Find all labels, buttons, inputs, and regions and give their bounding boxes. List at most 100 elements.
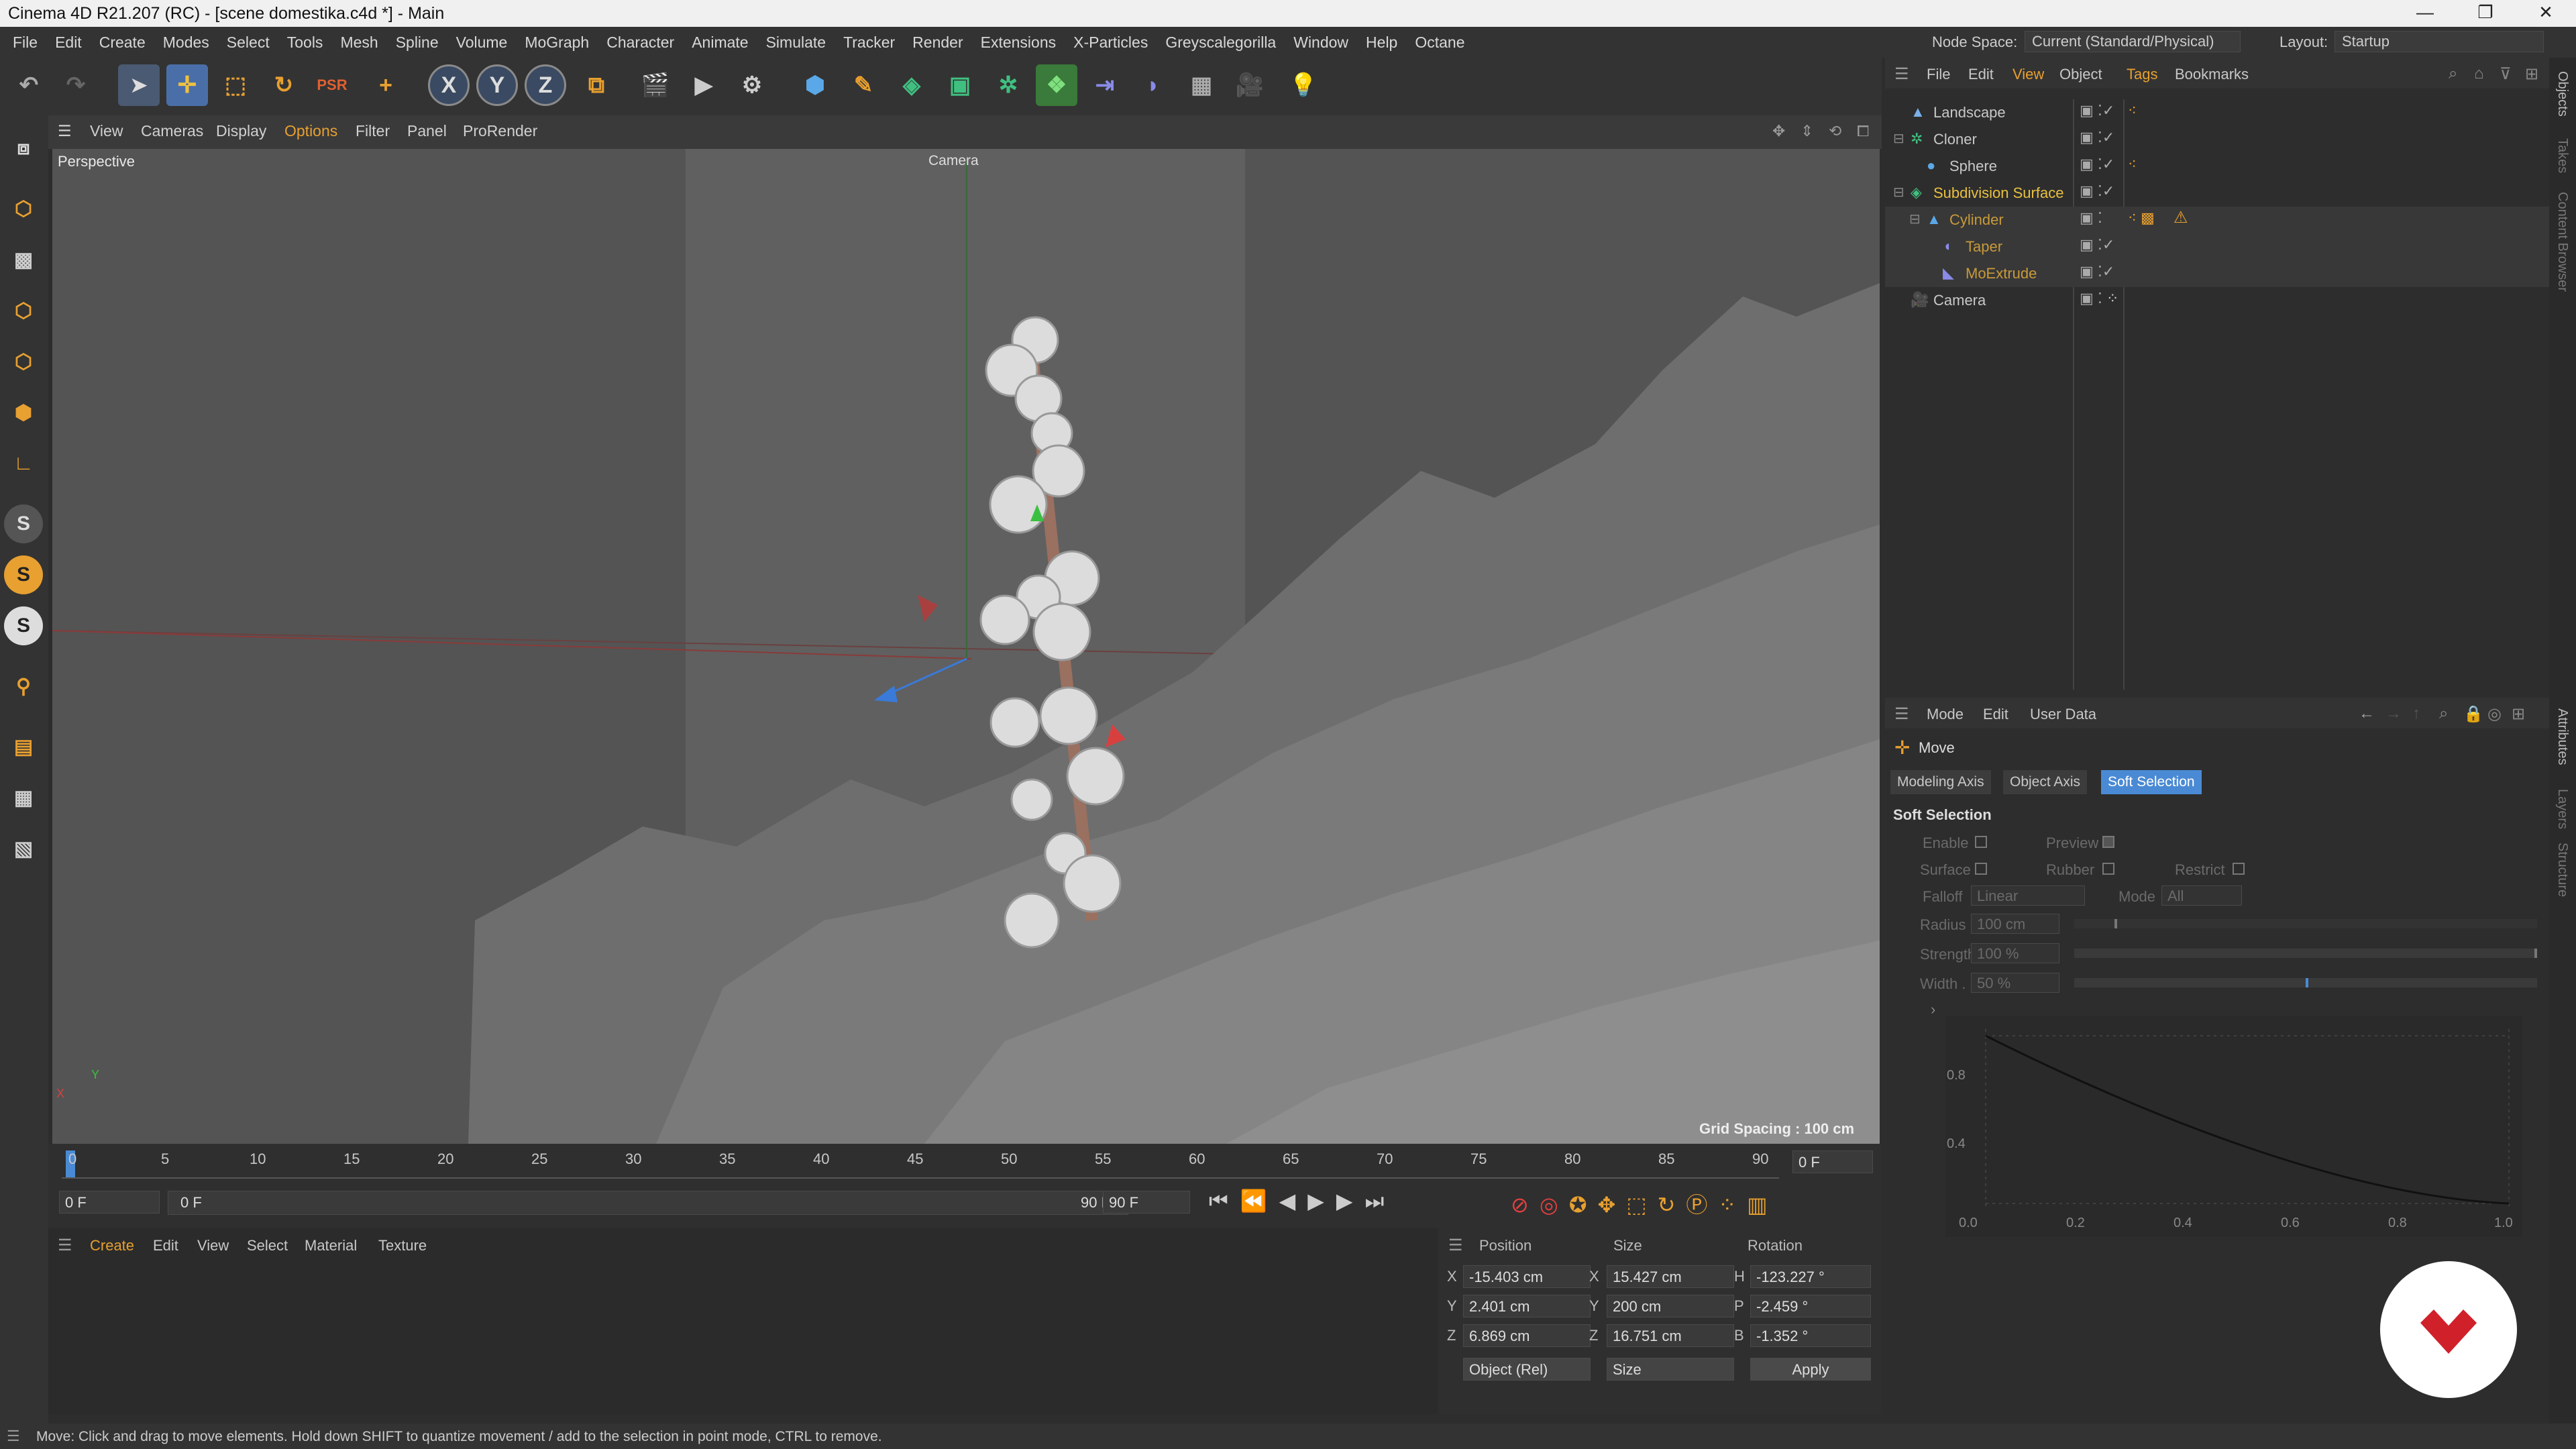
keyframe-selection-icon[interactable]: ✪: [1569, 1193, 1598, 1217]
om-search-icon[interactable]: ⌕: [2449, 64, 2457, 83]
am-menu-user-data[interactable]: User Data: [2030, 706, 2096, 723]
cloner-icon[interactable]: ✲: [987, 64, 1029, 106]
menu-help[interactable]: Help: [1357, 34, 1406, 52]
material-menu-view[interactable]: View: [197, 1237, 229, 1254]
menu-tools[interactable]: Tools: [278, 34, 332, 52]
coord-mode-dropdown[interactable]: Object (Rel): [1463, 1358, 1591, 1381]
start-frame-field[interactable]: 0 F: [59, 1191, 160, 1214]
psr-tool-icon[interactable]: PSR: [311, 64, 353, 106]
menu-x-particles[interactable]: X-Particles: [1065, 34, 1157, 52]
om-menu-object[interactable]: Object: [2059, 66, 2102, 83]
camera-icon[interactable]: 🎥: [1229, 64, 1271, 106]
surface-checkbox[interactable]: [1975, 863, 1987, 875]
play-icon[interactable]: ▶: [1307, 1189, 1336, 1213]
object-name[interactable]: Cloner: [1933, 131, 1977, 148]
maximize-button[interactable]: ❐: [2455, 0, 2516, 27]
end-frame-field[interactable]: 90 F: [1103, 1191, 1190, 1214]
menu-tracker[interactable]: Tracker: [835, 34, 904, 52]
rotate-tool-icon[interactable]: ↻: [263, 64, 305, 106]
points-mode-icon[interactable]: ⬡: [4, 291, 43, 330]
up-arrow-icon[interactable]: ↑: [2412, 704, 2420, 723]
attr-lock-icon[interactable]: 🔒: [2463, 704, 2483, 724]
om-menu-edit[interactable]: Edit: [1968, 66, 1994, 83]
visibility-dots-icon[interactable]: ▣ ⁚✓: [2080, 236, 2114, 254]
viewport-zoom-icon[interactable]: ⇕: [1801, 122, 1813, 140]
width-slider-handle[interactable]: [2306, 978, 2308, 987]
material-menu-material[interactable]: Material: [305, 1237, 357, 1254]
visibility-dots-icon[interactable]: ▣ ⁚: [2080, 209, 2102, 227]
object-row-moextrude[interactable]: ◣ MoExtrude ▣ ⁚✓: [1885, 260, 2549, 287]
menu-character[interactable]: Character: [598, 34, 683, 52]
falloff-dropdown[interactable]: Linear: [1971, 885, 2085, 906]
preview-checkbox[interactable]: [2102, 836, 2114, 848]
side-tab-layers[interactable]: Layers: [2555, 789, 2570, 829]
menu-octane[interactable]: Octane: [1406, 34, 1473, 52]
deformer-icon[interactable]: ⇥: [1084, 64, 1126, 106]
object-name[interactable]: Sphere: [1949, 158, 1997, 175]
snap-s1-icon[interactable]: S: [4, 504, 43, 543]
menu-greyscalegorilla[interactable]: Greyscalegorilla: [1157, 34, 1285, 52]
edges-mode-icon[interactable]: ⬡: [4, 342, 43, 381]
om-home-icon[interactable]: ⌂: [2474, 64, 2484, 83]
tag-icon[interactable]: ⁖: [2128, 102, 2137, 119]
go-to-end-icon[interactable]: ⏭: [1364, 1189, 1396, 1213]
visibility-dots-icon[interactable]: ▣ ⁚✓: [2080, 263, 2114, 280]
visibility-dots-icon[interactable]: ▣ ⁚✓: [2080, 182, 2114, 200]
position-key-icon[interactable]: ✥: [1598, 1193, 1627, 1217]
apply-button[interactable]: Apply: [1750, 1358, 1871, 1381]
axis-mode-icon[interactable]: ∟: [4, 444, 43, 483]
menu-file[interactable]: File: [4, 34, 46, 52]
status-menu-icon[interactable]: ☰: [7, 1428, 20, 1445]
make-editable-icon[interactable]: ⧈: [4, 129, 43, 168]
viewport-menu-options[interactable]: Options: [284, 122, 337, 140]
pos-x-field[interactable]: -15.403 cm: [1463, 1265, 1591, 1288]
record-icon[interactable]: ⊘: [1511, 1193, 1540, 1217]
render-picture-viewer-icon[interactable]: ▶: [683, 64, 724, 106]
grid-icon[interactable]: ▦: [4, 778, 43, 817]
falloff-graph[interactable]: 0.8 0.4 0.0 0.2 0.4 0.6 0.8 1.0: [1945, 1016, 2522, 1237]
visibility-dots-icon[interactable]: ▣ ⁚: [2080, 290, 2102, 307]
locked-workplane-icon[interactable]: ▧: [4, 829, 43, 868]
radius-slider-handle[interactable]: [2114, 919, 2117, 928]
x-axis-lock[interactable]: X: [428, 64, 470, 106]
side-tab-attributes[interactable]: Attributes: [2555, 708, 2570, 765]
viewport-move-icon[interactable]: ✥: [1772, 122, 1785, 140]
menu-extensions[interactable]: Extensions: [972, 34, 1065, 52]
material-menu-create[interactable]: Create: [90, 1237, 134, 1254]
size-mode-dropdown[interactable]: Size: [1607, 1358, 1734, 1381]
material-menu-select[interactable]: Select: [247, 1237, 288, 1254]
menu-create[interactable]: Create: [91, 34, 154, 52]
material-menu-texture[interactable]: Texture: [378, 1237, 427, 1254]
subdivision-icon[interactable]: ◈: [891, 64, 932, 106]
menu-spline[interactable]: Spline: [387, 34, 447, 52]
viewport-hamburger-icon[interactable]: ☰: [58, 122, 72, 140]
prev-key-icon[interactable]: ⏪: [1240, 1189, 1279, 1213]
viewport-maximize-icon[interactable]: ⧠: [1857, 122, 1869, 140]
viewport-menu-view[interactable]: View: [90, 122, 123, 140]
attr-search-icon[interactable]: ⌕: [2439, 704, 2448, 723]
floor-icon[interactable]: ▦: [1181, 64, 1222, 106]
scale-key-icon[interactable]: ⬚: [1626, 1193, 1657, 1217]
pos-z-field[interactable]: 6.869 cm: [1463, 1324, 1591, 1347]
forward-arrow-icon[interactable]: →: [2385, 704, 2402, 723]
strength-slider[interactable]: [2074, 949, 2537, 958]
viewport-perspective[interactable]: Perspective Camera Grid Spacing : 100 cm…: [52, 149, 1880, 1144]
side-tab-content-browser[interactable]: Content Browser: [2555, 192, 2570, 292]
cube-icon[interactable]: ⬢: [794, 64, 836, 106]
size-x-field[interactable]: 15.427 cm: [1607, 1265, 1734, 1288]
menu-volume[interactable]: Volume: [447, 34, 517, 52]
target-tag-icon[interactable]: ⁘: [2106, 290, 2118, 307]
warning-icon[interactable]: ⚠: [2174, 208, 2188, 227]
snap-s3-icon[interactable]: S: [4, 606, 43, 645]
transform-tool-icon[interactable]: +: [365, 64, 407, 106]
object-row-subdivision-surface[interactable]: ⊟ ◈ Subdivision Surface ▣ ⁚✓: [1885, 180, 2549, 207]
mode-dropdown[interactable]: All: [2161, 885, 2242, 906]
tab-modeling-axis[interactable]: Modeling Axis: [1890, 770, 1991, 794]
menu-mograph[interactable]: MoGraph: [516, 34, 598, 52]
viewport-menu-cameras[interactable]: Cameras: [141, 122, 203, 140]
am-menu-edit[interactable]: Edit: [1983, 706, 2008, 723]
pla-key-icon[interactable]: ⁘: [1718, 1193, 1747, 1217]
redo-icon[interactable]: ↷: [55, 64, 97, 106]
coordinate-system-icon[interactable]: ⧉: [576, 64, 617, 106]
menu-render[interactable]: Render: [904, 34, 971, 52]
